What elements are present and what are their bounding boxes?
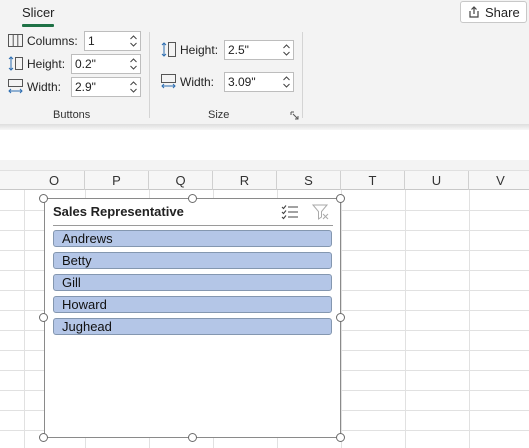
slicer-title-divider bbox=[53, 225, 333, 226]
slicer-item-howard[interactable]: Howard bbox=[53, 296, 332, 313]
column-header-t[interactable]: T bbox=[341, 171, 405, 190]
button-height-icon bbox=[8, 56, 23, 71]
button-width-label: Width: bbox=[27, 79, 62, 94]
size-width-icon bbox=[161, 74, 176, 89]
resize-handle-bottom-right[interactable] bbox=[336, 433, 345, 442]
multi-select-icon[interactable] bbox=[281, 204, 299, 220]
active-tab-indicator bbox=[22, 24, 54, 27]
tab-slicer[interactable]: Slicer bbox=[22, 5, 55, 20]
group-separator bbox=[149, 32, 150, 118]
column-header-u[interactable]: U bbox=[405, 171, 469, 190]
share-label: Share bbox=[485, 4, 520, 20]
columns-spinner[interactable]: 1 bbox=[84, 31, 141, 51]
size-width-label: Width: bbox=[180, 74, 215, 89]
slicer[interactable]: Sales Representative Andrews Betty Gill … bbox=[44, 198, 341, 438]
clear-filter-icon[interactable] bbox=[312, 203, 330, 221]
button-height-value: 0.2" bbox=[75, 57, 96, 71]
button-width-row: Width: bbox=[7, 78, 61, 95]
spinner-arrows-icon[interactable] bbox=[282, 74, 291, 90]
button-width-icon bbox=[8, 79, 23, 94]
resize-handle-bottom[interactable] bbox=[188, 433, 197, 442]
resize-handle-right[interactable] bbox=[336, 313, 345, 322]
button-height-row: Height: bbox=[7, 55, 65, 72]
share-icon bbox=[469, 6, 479, 18]
sheet-gap bbox=[0, 160, 529, 170]
columns-label: Columns: bbox=[27, 33, 78, 48]
size-height-label: Height: bbox=[180, 42, 219, 57]
spinner-arrows-icon[interactable] bbox=[282, 42, 291, 58]
buttons-group-label: Buttons bbox=[53, 109, 91, 121]
column-header-v[interactable]: V bbox=[469, 171, 529, 190]
group-separator bbox=[302, 32, 303, 118]
size-height-value: 2.5" bbox=[228, 43, 249, 57]
spinner-arrows-icon[interactable] bbox=[129, 79, 138, 95]
size-height-row: Height: bbox=[160, 41, 218, 58]
resize-handle-top-left[interactable] bbox=[39, 194, 48, 203]
size-width-spinner[interactable]: 3.09" bbox=[224, 72, 294, 92]
button-height-spinner[interactable]: 0.2" bbox=[71, 54, 141, 74]
button-height-label: Height: bbox=[27, 56, 66, 71]
size-width-value: 3.09" bbox=[228, 75, 256, 89]
size-height-icon bbox=[161, 42, 176, 57]
slicer-item-andrews[interactable]: Andrews bbox=[53, 230, 332, 247]
resize-handle-top[interactable] bbox=[188, 194, 197, 203]
columns-row: Columns: bbox=[7, 32, 78, 49]
slicer-item-jughead[interactable]: Jughead bbox=[53, 318, 332, 335]
slicer-item-gill[interactable]: Gill bbox=[53, 274, 332, 291]
column-header-o[interactable]: O bbox=[24, 171, 85, 190]
size-width-row: Width: bbox=[160, 73, 214, 90]
dialog-launcher-icon[interactable] bbox=[290, 111, 299, 120]
ribbon: Slicer Share Columns: 1 Height: 0.2" Wid… bbox=[0, 0, 529, 124]
column-header-s[interactable]: S bbox=[277, 171, 341, 190]
resize-handle-top-right[interactable] bbox=[336, 194, 345, 203]
column-header-r[interactable]: R bbox=[213, 171, 277, 190]
column-header-q[interactable]: Q bbox=[149, 171, 213, 190]
column-header-p[interactable]: P bbox=[85, 171, 149, 190]
spinner-arrows-icon[interactable] bbox=[129, 33, 138, 49]
resize-handle-bottom-left[interactable] bbox=[39, 433, 48, 442]
button-width-spinner[interactable]: 2.9" bbox=[71, 77, 141, 97]
slicer-item-betty[interactable]: Betty bbox=[53, 252, 332, 269]
spinner-arrows-icon[interactable] bbox=[129, 56, 138, 72]
share-button[interactable]: Share bbox=[460, 1, 527, 23]
columns-icon bbox=[8, 34, 23, 47]
size-group-label: Size bbox=[208, 109, 230, 121]
button-width-value: 2.9" bbox=[75, 80, 96, 94]
columns-value: 1 bbox=[88, 34, 95, 48]
column-headers: O P Q R S T U V bbox=[0, 170, 529, 190]
slicer-title: Sales Representative bbox=[53, 204, 184, 219]
size-height-spinner[interactable]: 2.5" bbox=[224, 40, 294, 60]
resize-handle-left[interactable] bbox=[39, 313, 48, 322]
